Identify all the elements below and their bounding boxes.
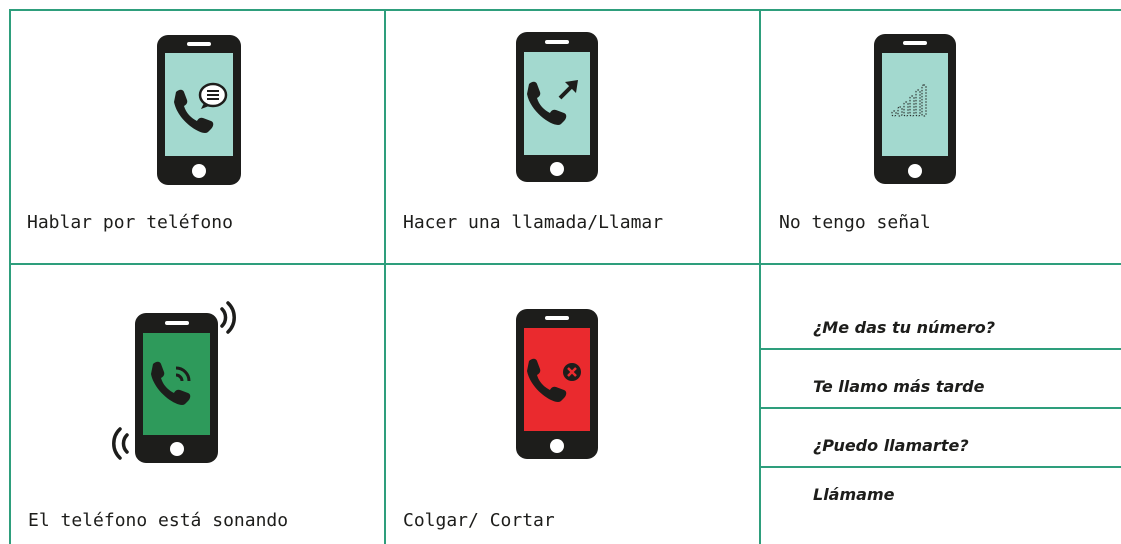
table-border-middle [9,263,1121,265]
phone-ringing-icon [112,301,236,463]
caption-talk: Hablar por teléfono [27,212,233,233]
phrase-divider-3 [760,466,1121,468]
phone-chat-bubble-icon [157,35,241,185]
phrase-item: Llámame [813,485,895,504]
phrase-item: ¿Me das tu número? [813,318,996,337]
caption-hang-up: Colgar/ Cortar [403,510,555,531]
phone-no-signal-icon [874,34,956,184]
vocabulary-table: Hablar por teléfono Hacer una llamada/Ll… [0,0,1121,544]
phone-hang-up-icon [516,309,598,459]
caption-ringing: El teléfono está sonando [28,510,289,531]
table-divider-1 [384,9,386,544]
table-divider-2 [759,9,761,544]
phrase-item: Te llamo más tarde [813,377,985,396]
caption-no-signal: No tengo señal [779,212,931,233]
table-border-left [9,9,11,544]
table-border-top [9,9,1121,11]
caption-call: Hacer una llamada/Llamar [403,212,664,233]
phrase-divider-1 [760,348,1121,350]
phrase-divider-2 [760,407,1121,409]
phone-outgoing-call-icon [516,32,598,182]
phrase-item: ¿Puedo llamarte? [813,436,969,455]
